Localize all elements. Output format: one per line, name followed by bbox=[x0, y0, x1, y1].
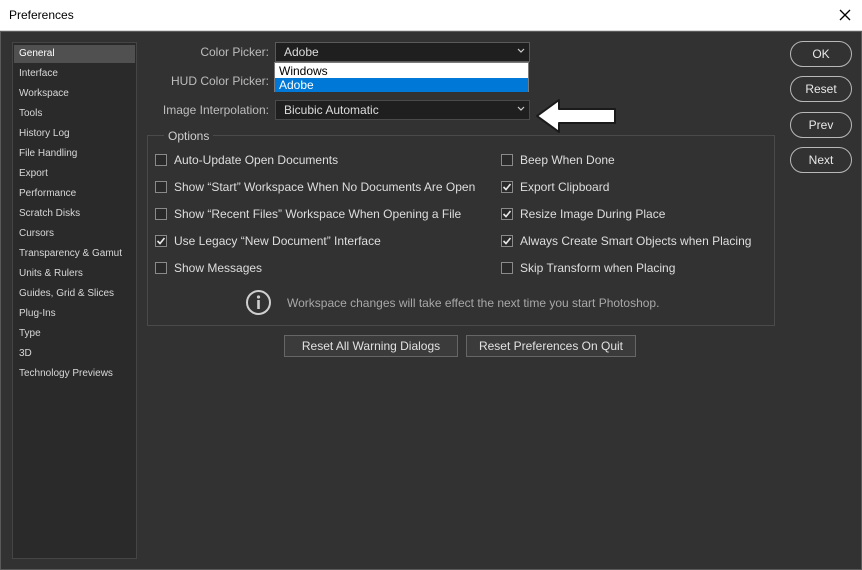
checkbox-box[interactable] bbox=[155, 235, 167, 247]
checkmark-icon bbox=[502, 183, 512, 191]
sidebar: General Interface Workspace Tools Histor… bbox=[12, 42, 137, 559]
sidebar-item-workspace[interactable]: Workspace bbox=[14, 85, 135, 103]
color-picker-value: Adobe bbox=[284, 45, 319, 59]
checkbox-box[interactable] bbox=[155, 208, 167, 220]
sidebar-item-general[interactable]: General bbox=[14, 45, 135, 63]
sidebar-item-tools[interactable]: Tools bbox=[14, 105, 135, 123]
use-legacy-new-document-checkbox[interactable]: Use Legacy “New Document” Interface bbox=[155, 233, 381, 249]
sidebar-item-performance[interactable]: Performance bbox=[14, 185, 135, 203]
skip-transform-checkbox[interactable]: Skip Transform when Placing bbox=[501, 260, 675, 276]
auto-update-checkbox[interactable]: Auto-Update Open Documents bbox=[155, 152, 338, 168]
checkbox-label: Always Create Smart Objects when Placing bbox=[520, 234, 752, 248]
reset-preferences-on-quit-button[interactable]: Reset Preferences On Quit bbox=[466, 335, 636, 357]
reset-button[interactable]: Reset bbox=[790, 76, 852, 102]
close-button[interactable] bbox=[834, 4, 856, 26]
checkbox-label: Resize Image During Place bbox=[520, 207, 666, 221]
checkmark-icon bbox=[502, 210, 512, 218]
show-messages-checkbox[interactable]: Show Messages bbox=[155, 260, 262, 276]
color-picker-label: Color Picker: bbox=[200, 45, 269, 59]
checkmark-icon bbox=[156, 237, 166, 245]
sidebar-item-export[interactable]: Export bbox=[14, 165, 135, 183]
arrow-left-icon bbox=[536, 99, 616, 133]
dropdown-option-windows[interactable]: Windows bbox=[275, 64, 528, 78]
always-create-smart-objects-checkbox[interactable]: Always Create Smart Objects when Placing bbox=[501, 233, 751, 249]
hud-color-picker-label: HUD Color Picker: bbox=[170, 74, 269, 88]
checkbox-box[interactable] bbox=[155, 181, 167, 193]
checkbox-label: Show “Recent Files” Workspace When Openi… bbox=[174, 207, 462, 221]
checkbox-box[interactable] bbox=[501, 154, 513, 166]
image-interpolation-select[interactable]: Bicubic Automatic bbox=[275, 100, 530, 120]
checkmark-icon bbox=[502, 237, 512, 245]
export-clipboard-checkbox[interactable]: Export Clipboard bbox=[501, 179, 609, 195]
close-icon bbox=[839, 9, 851, 21]
checkbox-label: Beep When Done bbox=[520, 153, 615, 167]
preferences-dialog: General Interface Workspace Tools Histor… bbox=[0, 31, 862, 570]
color-picker-dropdown-list: Windows Adobe bbox=[274, 62, 529, 92]
color-picker-select[interactable]: Adobe bbox=[275, 42, 530, 62]
title-bar: Preferences bbox=[0, 0, 862, 31]
checkbox-label: Skip Transform when Placing bbox=[520, 261, 676, 275]
next-button[interactable]: Next bbox=[790, 147, 852, 173]
sidebar-item-transparency-gamut[interactable]: Transparency & Gamut bbox=[14, 245, 135, 263]
dropdown-option-adobe[interactable]: Adobe bbox=[275, 78, 528, 92]
checkbox-box[interactable] bbox=[155, 154, 167, 166]
info-row: Workspace changes will take effect the n… bbox=[245, 289, 659, 316]
checkbox-box[interactable] bbox=[501, 262, 513, 274]
sidebar-item-file-handling[interactable]: File Handling bbox=[14, 145, 135, 163]
resize-image-during-place-checkbox[interactable]: Resize Image During Place bbox=[501, 206, 665, 222]
checkbox-box[interactable] bbox=[155, 262, 167, 274]
beep-when-done-checkbox[interactable]: Beep When Done bbox=[501, 152, 615, 168]
checkbox-box[interactable] bbox=[501, 208, 513, 220]
sidebar-item-technology-previews[interactable]: Technology Previews bbox=[14, 365, 135, 383]
checkbox-box[interactable] bbox=[501, 235, 513, 247]
window-title: Preferences bbox=[9, 8, 74, 22]
image-interpolation-value: Bicubic Automatic bbox=[284, 103, 379, 117]
show-recent-files-checkbox[interactable]: Show “Recent Files” Workspace When Openi… bbox=[155, 206, 461, 222]
sidebar-item-scratch-disks[interactable]: Scratch Disks bbox=[14, 205, 135, 223]
info-text: Workspace changes will take effect the n… bbox=[287, 295, 660, 310]
reset-all-warning-dialogs-button[interactable]: Reset All Warning Dialogs bbox=[284, 335, 458, 357]
sidebar-item-guides-grid-slices[interactable]: Guides, Grid & Slices bbox=[14, 285, 135, 303]
options-legend: Options bbox=[164, 129, 214, 143]
sidebar-item-3d[interactable]: 3D bbox=[14, 345, 135, 363]
sidebar-item-type[interactable]: Type bbox=[14, 325, 135, 343]
show-start-workspace-checkbox[interactable]: Show “Start” Workspace When No Documents… bbox=[155, 179, 475, 195]
info-icon bbox=[246, 290, 271, 315]
chevron-down-icon bbox=[517, 48, 525, 53]
sidebar-item-plug-ins[interactable]: Plug-Ins bbox=[14, 305, 135, 323]
chevron-down-icon bbox=[517, 106, 525, 111]
checkbox-box[interactable] bbox=[501, 181, 513, 193]
checkbox-label: Show “Start” Workspace When No Documents… bbox=[174, 180, 476, 194]
sidebar-item-interface[interactable]: Interface bbox=[14, 65, 135, 83]
sidebar-item-history-log[interactable]: History Log bbox=[14, 125, 135, 143]
sidebar-item-units-rulers[interactable]: Units & Rulers bbox=[14, 265, 135, 283]
ok-button[interactable]: OK bbox=[790, 41, 852, 67]
checkbox-label: Show Messages bbox=[174, 261, 263, 275]
checkbox-label: Use Legacy “New Document” Interface bbox=[174, 234, 381, 248]
prev-button[interactable]: Prev bbox=[790, 112, 852, 138]
image-interpolation-label: Image Interpolation: bbox=[162, 103, 269, 117]
checkbox-label: Export Clipboard bbox=[520, 180, 610, 194]
sidebar-item-cursors[interactable]: Cursors bbox=[14, 225, 135, 243]
checkbox-label: Auto-Update Open Documents bbox=[174, 153, 339, 167]
